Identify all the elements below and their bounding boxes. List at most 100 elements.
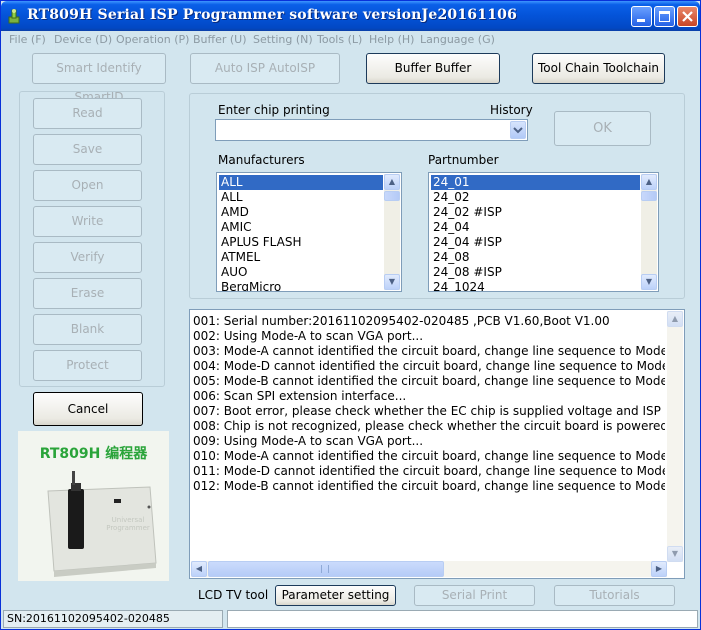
maximize-button[interactable] xyxy=(654,6,675,27)
open-button[interactable]: Open xyxy=(33,170,142,201)
chip-printing-label: Enter chip printing xyxy=(218,103,330,117)
blank-label: Blank xyxy=(70,322,105,336)
tool-chain-button[interactable]: Tool Chain Toolchain xyxy=(532,53,665,84)
manufacturer-item[interactable]: AUO xyxy=(219,265,383,280)
scroll-up-icon[interactable]: ▲ xyxy=(667,311,683,327)
scroll-thumb[interactable] xyxy=(208,561,444,577)
scroll-thumb[interactable] xyxy=(384,191,400,201)
log-line: 001: Serial number:20161102095402-020485… xyxy=(193,314,610,328)
manufacturer-item[interactable]: BergMicro xyxy=(219,280,383,291)
log-line: 010: Mode-A cannot identified the circui… xyxy=(193,449,665,463)
history-dropdown-button[interactable] xyxy=(510,121,526,139)
scroll-right-icon[interactable]: ▶ xyxy=(651,561,667,577)
chevron-down-icon xyxy=(513,127,523,134)
log-horizontal-scrollbar[interactable]: ◀ ▶ xyxy=(191,561,667,577)
partnumber-list[interactable]: 24_01 24_02 24_02 #ISP 24_04 24_04 #ISP … xyxy=(428,172,659,292)
manufacturers-list[interactable]: ALL ALL AMD AMIC APLUS FLASH ATMEL AUO B… xyxy=(216,172,402,292)
history-label: History xyxy=(490,103,533,117)
read-button[interactable]: Read xyxy=(33,98,142,129)
cancel-button[interactable]: Cancel xyxy=(33,392,143,426)
log-output[interactable]: 001: Serial number:20161102095402-020485… xyxy=(189,309,685,579)
partnumber-item[interactable]: 24_01 xyxy=(431,175,640,190)
erase-label: Erase xyxy=(70,286,105,300)
title-bar[interactable]: RT809H Serial ISP Programmer software ve… xyxy=(1,1,700,31)
app-window: RT809H Serial ISP Programmer software ve… xyxy=(0,0,701,630)
manufacturer-item[interactable]: AMIC xyxy=(219,220,383,235)
tutorials-button[interactable]: Tutorials xyxy=(554,585,675,606)
ok-button[interactable]: OK xyxy=(554,111,651,146)
programmer-device-illustration xyxy=(47,471,157,577)
product-image: RT809H 编程器 Universal Programmer xyxy=(18,431,169,581)
minimize-button[interactable] xyxy=(631,6,652,27)
partnumber-item[interactable]: 24_08 xyxy=(431,250,640,265)
read-label: Read xyxy=(72,106,103,120)
log-line: 008: Chip is not recognized, please chec… xyxy=(193,419,665,433)
save-button[interactable]: Save xyxy=(33,134,142,165)
menu-language[interactable]: Language (G) xyxy=(420,33,495,46)
partnumber-item[interactable]: 24_04 #ISP xyxy=(431,235,640,250)
scroll-down-icon[interactable]: ▼ xyxy=(384,274,400,290)
open-label: Open xyxy=(71,178,104,192)
cancel-label: Cancel xyxy=(67,402,109,416)
partnumber-item[interactable]: 24_08 #ISP xyxy=(431,265,640,280)
close-icon xyxy=(682,11,693,22)
menu-file[interactable]: File (F) xyxy=(9,33,46,46)
manufacturer-item[interactable]: AMD xyxy=(219,205,383,220)
menu-operation[interactable]: Operation (P) xyxy=(116,33,189,46)
manufacturer-item[interactable]: ALL xyxy=(219,190,383,205)
manufacturer-item[interactable]: ALL xyxy=(219,175,383,190)
menu-setting[interactable]: Setting (N) xyxy=(253,33,313,46)
partnumber-label: Partnumber xyxy=(428,153,499,167)
manufacturers-scrollbar[interactable]: ▲ ▼ xyxy=(384,174,400,290)
serial-number-status: SN:20161102095402-020485 xyxy=(3,610,223,628)
scroll-left-icon[interactable]: ◀ xyxy=(191,561,207,577)
manufacturer-item[interactable]: APLUS FLASH xyxy=(219,235,383,250)
menu-buffer[interactable]: Buffer (U) xyxy=(193,33,247,46)
partnumber-item[interactable]: 24_02 #ISP xyxy=(431,205,640,220)
maximize-icon xyxy=(659,11,670,22)
chip-printing-combobox[interactable] xyxy=(215,119,528,141)
device-text: Universal Programmer xyxy=(106,516,150,532)
auto-isp-label: Auto ISP AutoISP xyxy=(214,61,316,75)
verify-button[interactable]: Verify xyxy=(33,242,142,273)
manufacturer-item[interactable]: ATMEL xyxy=(219,250,383,265)
buffer-button[interactable]: Buffer Buffer xyxy=(366,53,500,84)
window-title: RT809H Serial ISP Programmer software ve… xyxy=(27,7,518,23)
serial-print-button[interactable]: Serial Print xyxy=(414,585,535,606)
scroll-up-icon[interactable]: ▲ xyxy=(641,174,657,190)
scroll-down-icon[interactable]: ▼ xyxy=(641,274,657,290)
menu-tools[interactable]: Tools (L) xyxy=(317,33,362,46)
serial-print-label: Serial Print xyxy=(441,588,508,602)
partnumber-item[interactable]: 24_1024 xyxy=(431,280,640,291)
scroll-up-icon[interactable]: ▲ xyxy=(384,174,400,190)
log-vertical-scrollbar[interactable]: ▲ ▼ xyxy=(667,311,683,562)
log-line: 002: Using Mode-A to scan VGA port... xyxy=(193,329,424,343)
partnumber-item[interactable]: 24_04 xyxy=(431,220,640,235)
blank-button[interactable]: Blank xyxy=(33,314,142,345)
app-icon xyxy=(8,9,20,24)
manufacturers-label: Manufacturers xyxy=(218,153,305,167)
write-button[interactable]: Write xyxy=(33,206,142,237)
parameter-setting-button[interactable]: Parameter setting xyxy=(275,585,396,606)
scroll-down-icon[interactable]: ▼ xyxy=(667,546,683,562)
menu-device[interactable]: Device (D) xyxy=(54,33,112,46)
partnumber-scrollbar[interactable]: ▲ ▼ xyxy=(641,174,657,290)
write-label: Write xyxy=(71,214,104,228)
erase-button[interactable]: Erase xyxy=(33,278,142,309)
log-line: 011: Mode-D cannot identified the circui… xyxy=(193,464,665,478)
status-bar: SN:20161102095402-020485 xyxy=(1,609,700,629)
scroll-thumb[interactable] xyxy=(641,191,657,201)
log-line: 007: Boot error, please check whether th… xyxy=(193,404,665,418)
menu-help[interactable]: Help (H) xyxy=(369,33,414,46)
protect-button[interactable]: Protect xyxy=(33,350,142,381)
log-line: 004: Mode-D cannot identified the circui… xyxy=(193,359,665,373)
auto-isp-button[interactable]: Auto ISP AutoISP xyxy=(190,53,340,84)
smart-identify-button[interactable]: Smart Identify SmartID xyxy=(32,53,166,104)
save-label: Save xyxy=(72,142,103,156)
log-line: 003: Mode-A cannot identified the circui… xyxy=(193,344,665,358)
close-button[interactable] xyxy=(677,6,698,27)
partnumber-item[interactable]: 24_02 xyxy=(431,190,640,205)
tutorials-label: Tutorials xyxy=(589,588,640,602)
tool-chain-label: Tool Chain Toolchain xyxy=(537,61,660,75)
ok-label: OK xyxy=(593,121,612,136)
